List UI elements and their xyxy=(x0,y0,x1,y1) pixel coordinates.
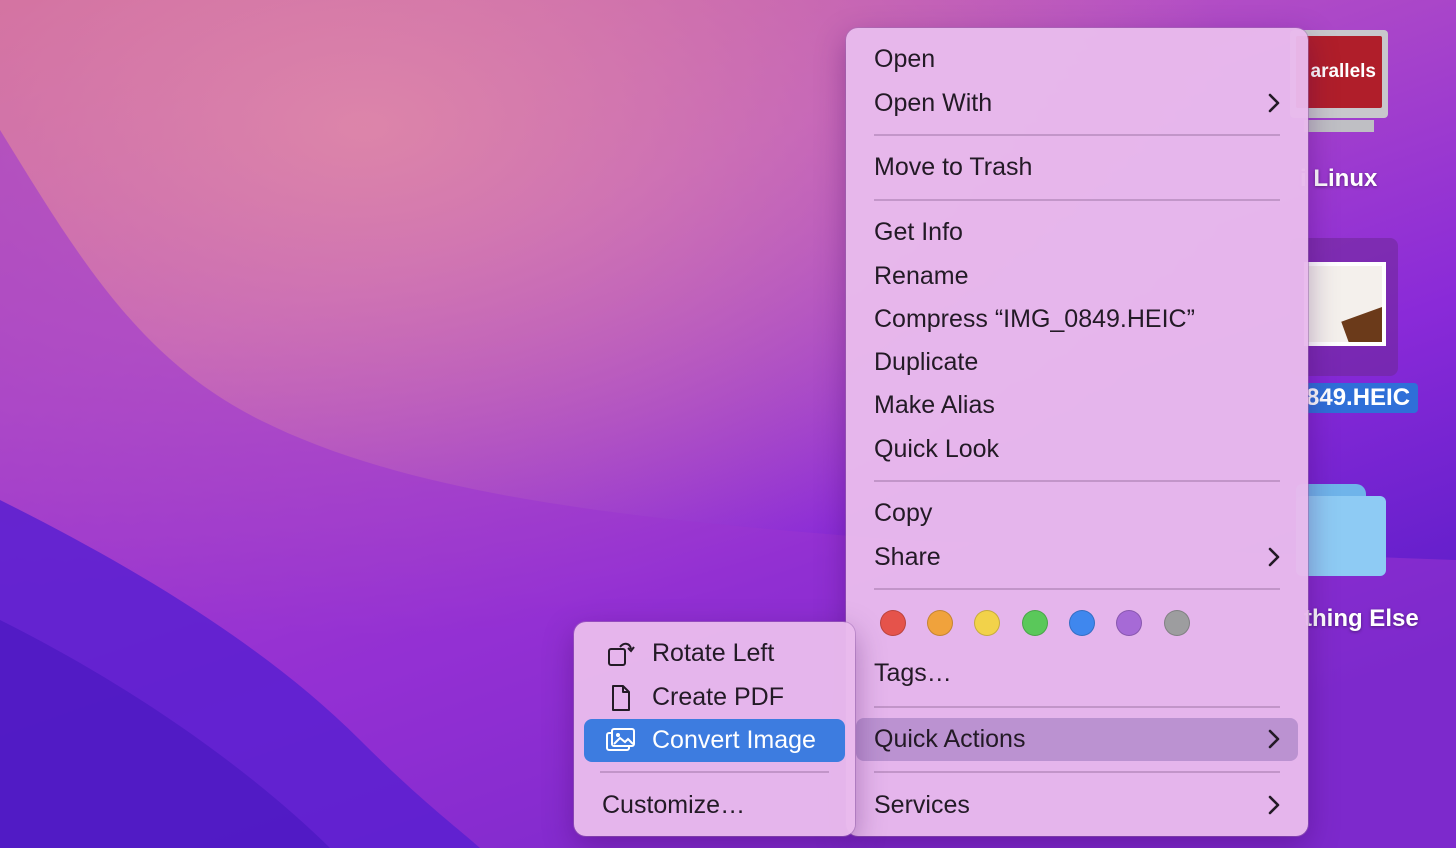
menu-item-label: Duplicate xyxy=(874,348,979,376)
submenu-item-create-pdf[interactable]: Create PDF xyxy=(584,676,845,719)
menu-item-open-with[interactable]: Open With xyxy=(846,82,1308,125)
menu-item-label: Rename xyxy=(874,262,969,290)
tag-green-dot[interactable] xyxy=(1022,610,1048,636)
submenu-item-label: Convert Image xyxy=(652,726,816,754)
document-icon xyxy=(612,685,630,711)
menu-item-label: Share xyxy=(874,543,941,571)
tag-blue-dot[interactable] xyxy=(1069,610,1095,636)
image-thumbnail xyxy=(1304,262,1386,346)
submenu-item-convert-image[interactable]: Convert Image xyxy=(584,719,845,762)
menu-item-label: Quick Actions xyxy=(874,725,1026,753)
folder-icon[interactable] xyxy=(1296,484,1386,580)
parallels-badge: arallels xyxy=(1296,36,1382,108)
submenu-item-label: Customize… xyxy=(602,791,746,819)
photos-icon xyxy=(606,728,635,751)
menu-item-label: Quick Look xyxy=(874,435,1000,463)
menu-item-label: Make Alias xyxy=(874,391,995,419)
menu-separator xyxy=(874,480,1280,482)
menu-item-rename[interactable]: Rename xyxy=(846,255,1308,298)
tag-gray-dot[interactable] xyxy=(1164,610,1190,636)
menu-item-label: Move to Trash xyxy=(874,153,1033,181)
desktop-icon-label[interactable]: i Linux xyxy=(1300,165,1377,193)
chevron-right-icon xyxy=(1268,93,1280,113)
menu-item-share[interactable]: Share xyxy=(846,536,1308,579)
tag-yellow-dot[interactable] xyxy=(974,610,1000,636)
context-menu: Open Open With Move to Trash Get Info Re… xyxy=(846,28,1308,836)
menu-item-quick-look[interactable]: Quick Look xyxy=(846,428,1308,471)
chevron-right-icon xyxy=(1268,729,1280,749)
menu-item-get-info[interactable]: Get Info xyxy=(846,211,1308,254)
menu-item-label: Tags… xyxy=(874,659,952,687)
rotate-left-icon xyxy=(608,642,635,666)
tag-red-dot[interactable] xyxy=(880,610,906,636)
menu-item-label: Copy xyxy=(874,499,933,527)
submenu-item-customize[interactable]: Customize… xyxy=(584,784,845,827)
desktop-icon-label-selected[interactable]: 849.HEIC xyxy=(1300,383,1419,413)
menu-item-label: Open With xyxy=(874,89,993,117)
menu-separator xyxy=(874,588,1280,590)
menu-item-label: Open xyxy=(874,45,936,73)
menu-item-duplicate[interactable]: Duplicate xyxy=(846,341,1308,384)
menu-separator xyxy=(874,199,1280,201)
submenu-item-rotate-left[interactable]: Rotate Left xyxy=(584,632,845,675)
menu-item-open[interactable]: Open xyxy=(846,38,1308,81)
chevron-right-icon xyxy=(1268,795,1280,815)
tag-purple-dot[interactable] xyxy=(1116,610,1142,636)
submenu-item-label: Create PDF xyxy=(652,683,784,711)
chevron-right-icon xyxy=(1268,547,1280,567)
quick-actions-submenu: Rotate Left Create PDF Convert Image Cus… xyxy=(574,622,855,836)
menu-item-make-alias[interactable]: Make Alias xyxy=(846,384,1308,427)
menu-item-label: Get Info xyxy=(874,218,963,246)
menu-separator xyxy=(874,134,1280,136)
menu-item-label: Services xyxy=(874,791,970,819)
menu-item-move-to-trash[interactable]: Move to Trash xyxy=(846,146,1308,189)
menu-separator xyxy=(600,771,829,773)
desktop-icon-label[interactable]: thing Else xyxy=(1304,605,1419,633)
menu-item-quick-actions[interactable]: Quick Actions xyxy=(846,718,1308,761)
tag-orange-dot[interactable] xyxy=(927,610,953,636)
menu-item-compress[interactable]: Compress “IMG_0849.HEIC” xyxy=(846,298,1308,341)
menu-item-tags[interactable]: Tags… xyxy=(846,652,1308,695)
submenu-item-label: Rotate Left xyxy=(652,639,775,667)
menu-item-copy[interactable]: Copy xyxy=(846,492,1308,535)
menu-separator xyxy=(874,706,1280,708)
menu-item-label: Compress “IMG_0849.HEIC” xyxy=(874,305,1195,333)
menu-item-services[interactable]: Services xyxy=(846,784,1308,827)
menu-separator xyxy=(874,771,1280,773)
